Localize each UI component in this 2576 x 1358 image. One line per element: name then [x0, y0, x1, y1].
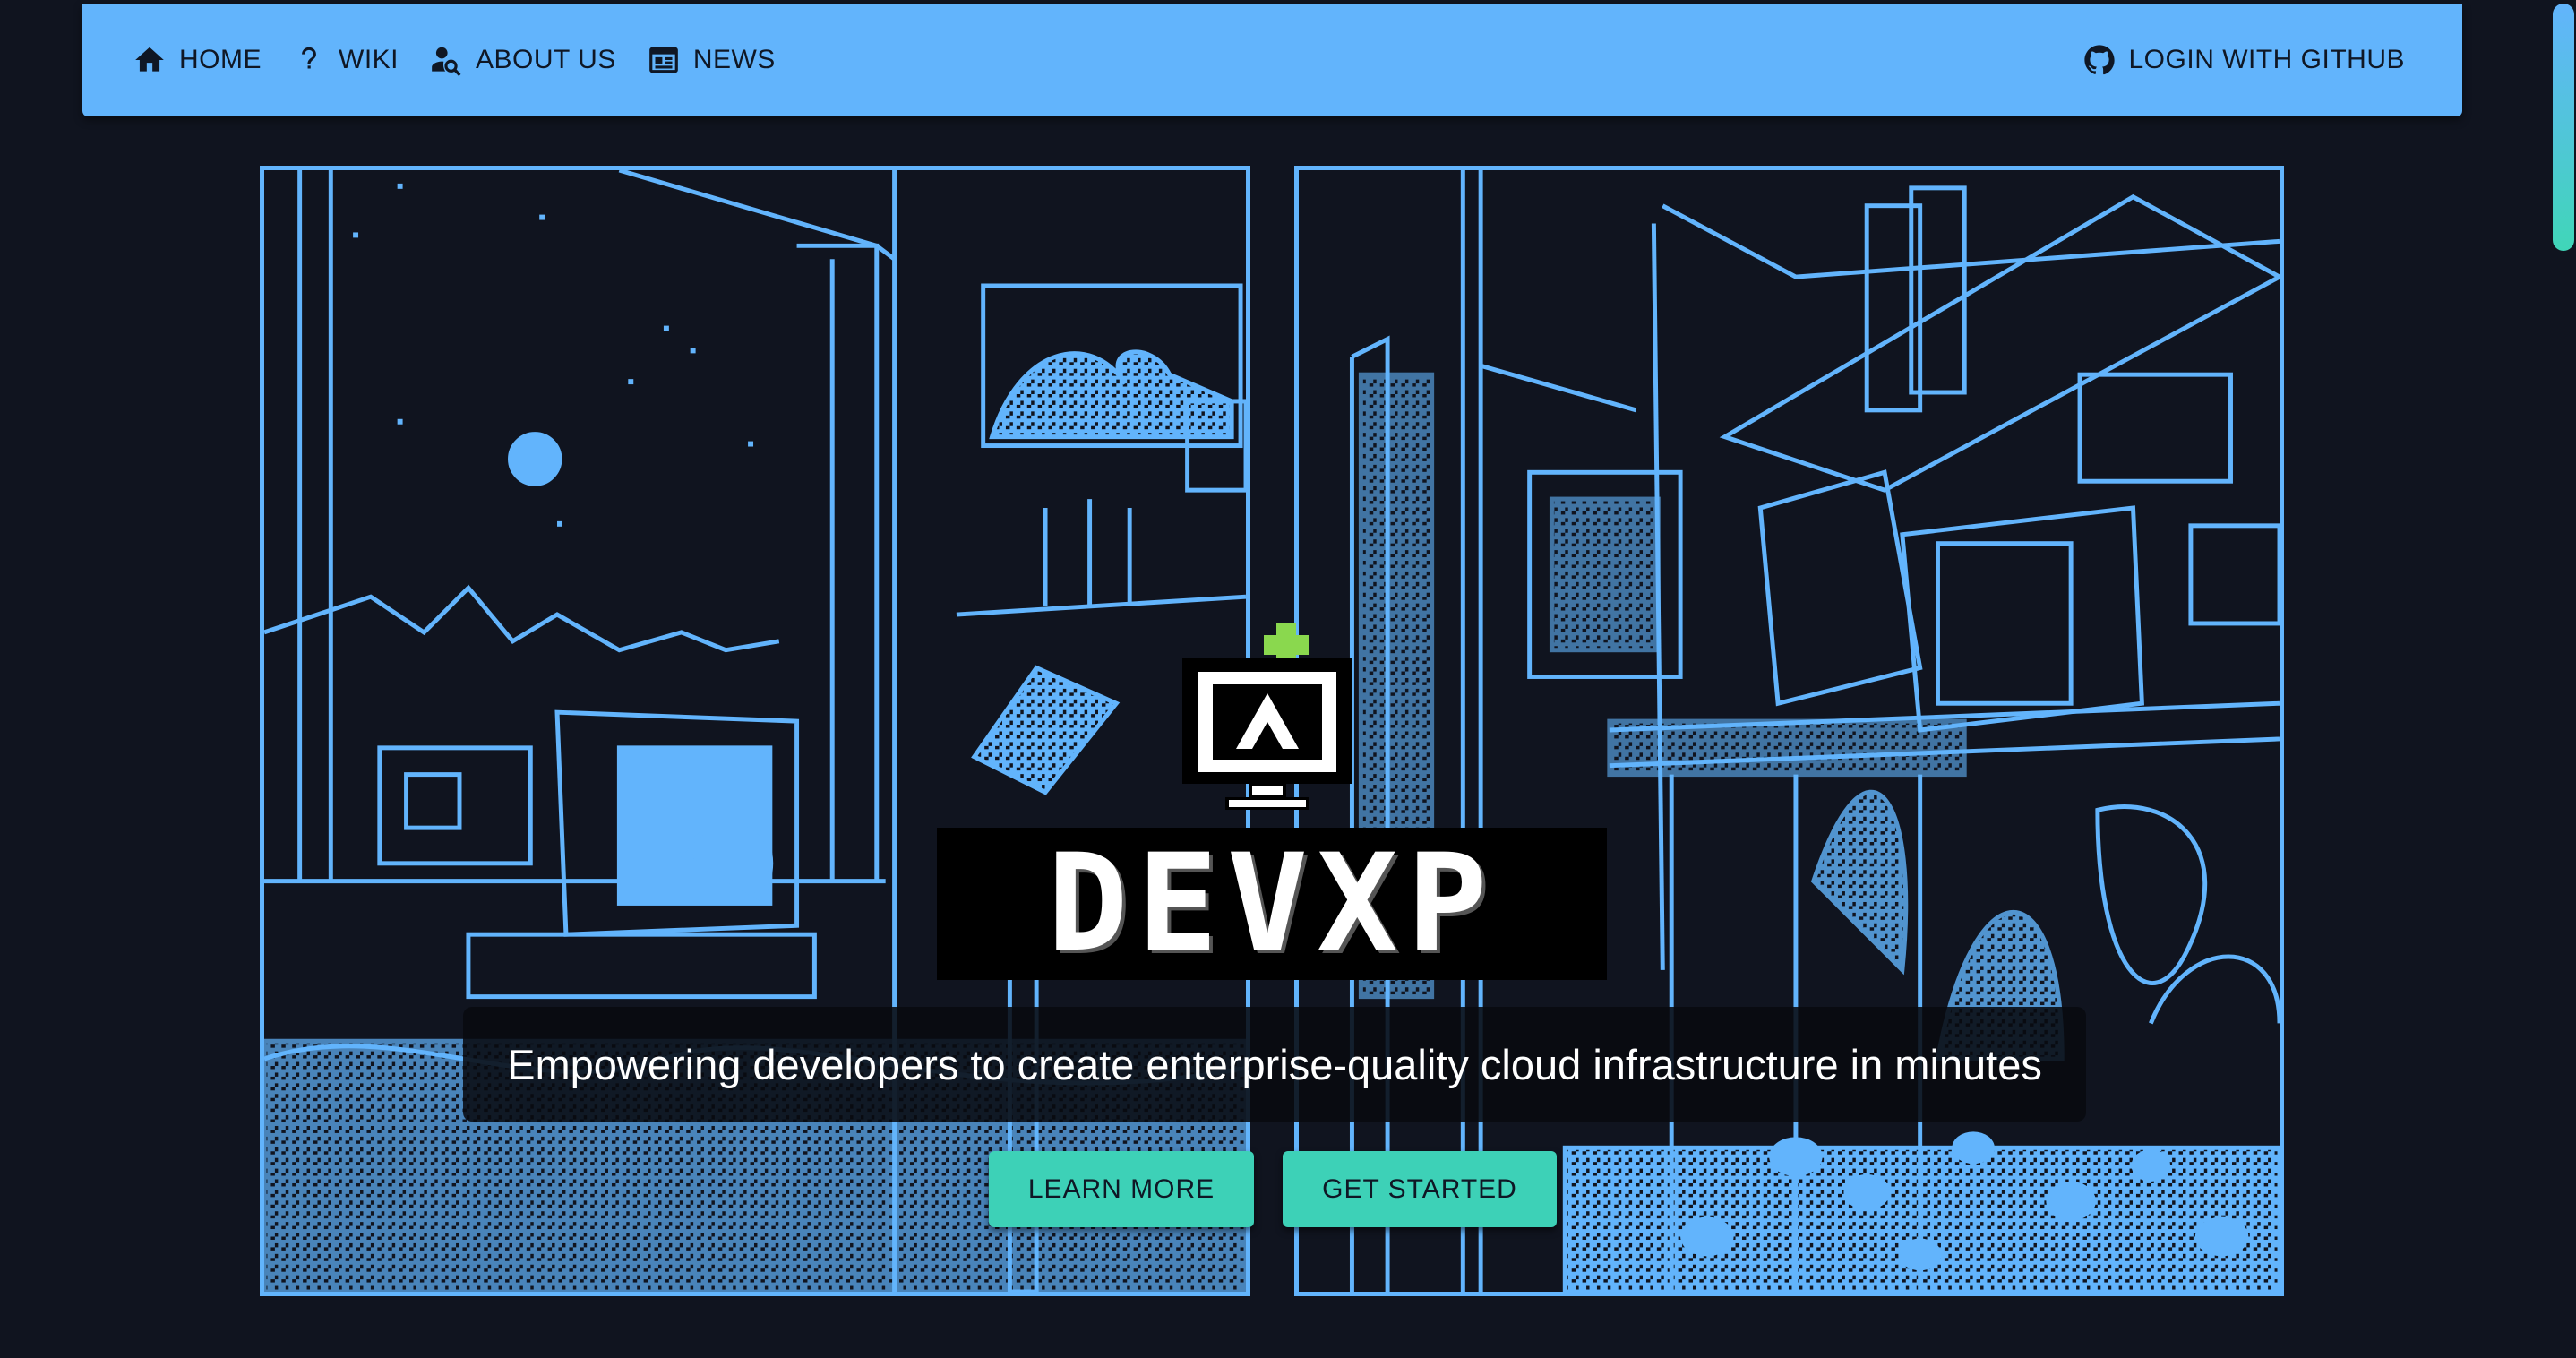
scrollbar[interactable]: [2551, 0, 2576, 1358]
nav-home-label: HOME: [179, 45, 262, 74]
nav-about-us-label: ABOUT US: [476, 45, 616, 74]
nav-links: HOME WIKI ABOUT US NEWS: [133, 43, 776, 77]
devxp-monitor-logo-icon: [1173, 618, 1361, 815]
hero-tagline: Empowering developers to create enterpri…: [507, 1040, 2042, 1088]
learn-more-button[interactable]: LEARN MORE: [989, 1151, 1254, 1227]
get-started-button[interactable]: GET STARTED: [1283, 1151, 1557, 1227]
home-icon: [135, 47, 164, 72]
nav-news-label: NEWS: [692, 45, 776, 74]
nav-wiki[interactable]: WIKI: [292, 43, 399, 77]
nav-home[interactable]: HOME: [133, 43, 262, 77]
login-label: LOGIN WITH GITHUB: [2128, 45, 2405, 74]
question-icon: [302, 47, 316, 69]
top-navbar: HOME WIKI ABOUT US NEWS LOGIN WITH GITHU…: [82, 4, 2462, 116]
github-icon: [2083, 45, 2115, 75]
nav-wiki-label: WIKI: [339, 45, 399, 74]
illustration-left-panel: [260, 166, 1250, 1296]
devxp-wordmark: DEVXP: [937, 826, 1607, 982]
login-with-github-button[interactable]: LOGIN WITH GITHUB: [2082, 43, 2406, 77]
nav-about-us[interactable]: ABOUT US: [429, 43, 616, 77]
person-search-icon: [432, 47, 461, 77]
hero-tagline-box: Empowering developers to create enterpri…: [463, 1007, 2086, 1122]
nav-news[interactable]: NEWS: [647, 43, 776, 77]
scrollbar-thumb[interactable]: [2553, 4, 2574, 251]
illustration-right-panel: [1294, 166, 2284, 1296]
devxp-wordmark-text: DEVXP: [1047, 826, 1497, 982]
newspaper-icon: [648, 47, 678, 73]
